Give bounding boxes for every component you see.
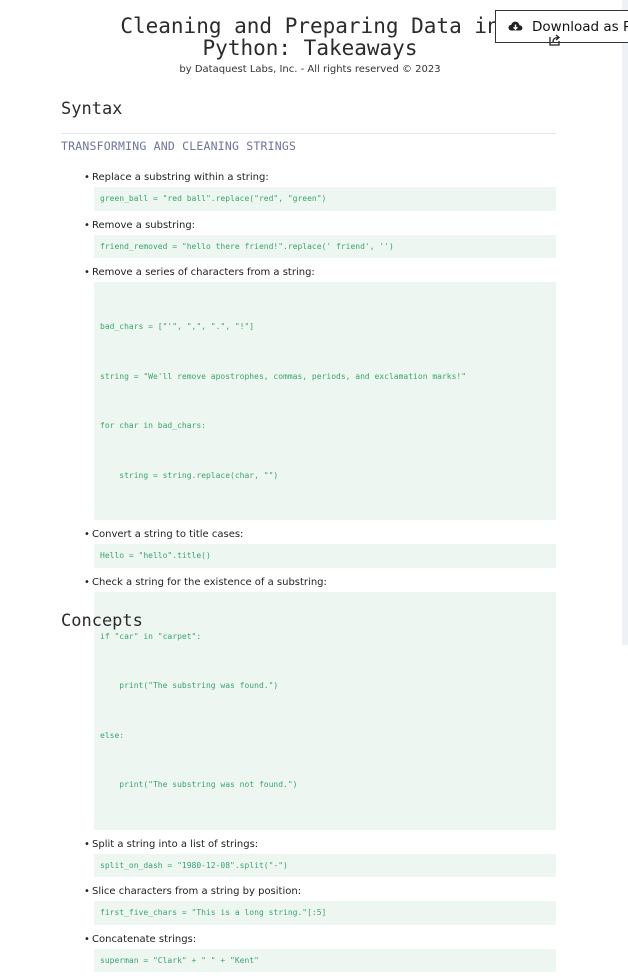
list-item: • Slice characters from a string by posit… [84, 885, 556, 925]
code-line: print("The substring was not found.") [100, 780, 298, 789]
list-item: • Remove a series of characters from a st… [84, 266, 556, 520]
code-line: if "car" in "carpet": [100, 631, 202, 641]
page-title: Cleaning and Preparing Data in Python: T… [60, 15, 560, 59]
subheading-transforming-strings: TRANSFORMING AND CLEANING STRINGS [61, 139, 297, 153]
bullet-icon: • [84, 172, 90, 183]
code-block: bad_chars = ["'", ",", ".", "!"] string … [94, 282, 556, 520]
item-label: Convert a string to title cases: [92, 529, 244, 540]
item-label: Concatenate strings: [92, 933, 197, 945]
code-block: superman = "Clark" + " " + "Kent" [94, 948, 556, 972]
code-line: bad_chars = ["'", ",", ".", "!"] [100, 322, 255, 331]
item-label: Remove a series of characters from a str… [92, 267, 315, 278]
list-item: • Convert a string to title cases: Hello … [84, 528, 556, 568]
download-pdf-label: Download as PDF [532, 18, 628, 35]
bullet-icon: • [84, 886, 90, 897]
bullet-icon: • [84, 838, 90, 850]
list-item: • Concatenate strings: superman = "Clark"… [84, 933, 556, 972]
bullet-icon: • [84, 267, 90, 278]
list-item: • Check a string for the existence of a s… [84, 576, 556, 830]
code-block: split_on_dash = "1980-12-08".split("-") [94, 853, 556, 877]
code-line: for char in bad_chars: [100, 421, 206, 430]
code-block: Hello = "hello".title() [94, 544, 556, 568]
item-label: Replace a substring within a string: [92, 172, 269, 183]
code-block: first_five_chars = "This is a long strin… [94, 901, 556, 925]
code-block: if "car" in "carpet": print("The substri… [94, 591, 556, 830]
bullet-icon: • [84, 576, 90, 588]
list-item: • Split a string into a list of strings: … [84, 838, 556, 877]
item-label: Remove a substring: [92, 219, 196, 231]
bullet-icon: • [84, 529, 90, 540]
code-line: string = "We'll remove apostrophes, comm… [100, 371, 467, 381]
section-title-syntax: Syntax [61, 99, 123, 119]
syntax-list: • Replace a substring within a string: gr… [84, 171, 556, 980]
document-header: Cleaning and Preparing Data in Python: T… [60, 15, 560, 75]
code-block: green_ball = "red ball".replace("red", "… [94, 187, 556, 211]
code-line: else: [100, 730, 125, 740]
list-item: • Remove a substring: friend_removed = "h… [84, 219, 556, 258]
item-label: Split a string into a list of strings: [92, 838, 259, 850]
section-divider [61, 133, 556, 134]
title-line-1: Cleaning and Preparing Data in [120, 14, 500, 38]
list-item: • Replace a substring within a string: gr… [84, 171, 556, 211]
code-line: superman = "Clark" + " " + "Kent" [100, 955, 259, 965]
code-block: friend_removed = "hello there friend!".r… [94, 234, 556, 258]
section-title-concepts: Concepts [61, 611, 143, 631]
bullet-icon: • [84, 219, 90, 231]
code-line: first_five_chars = "This is a long strin… [100, 908, 327, 917]
cloud-download-icon [508, 21, 523, 30]
code-line: print("The substring was found.") [100, 681, 279, 690]
code-line: string = string.replace(char, "") [100, 470, 279, 480]
item-label: Slice characters from a string by positi… [92, 886, 302, 897]
code-line: friend_removed = "hello there friend!".r… [100, 241, 394, 251]
right-rail [622, 0, 628, 645]
share-icon[interactable] [548, 33, 562, 47]
code-line: green_ball = "red ball".replace("red", "… [100, 194, 327, 203]
code-line: Hello = "hello".title() [100, 551, 211, 560]
bullet-icon: • [84, 933, 90, 945]
code-line: split_on_dash = "1980-12-08".split("-") [100, 860, 288, 870]
byline: by Dataquest Labs, Inc. - All rights res… [179, 64, 441, 75]
item-label: Check a string for the existence of a su… [92, 576, 327, 588]
title-line-2: Python: Takeaways [202, 36, 418, 60]
